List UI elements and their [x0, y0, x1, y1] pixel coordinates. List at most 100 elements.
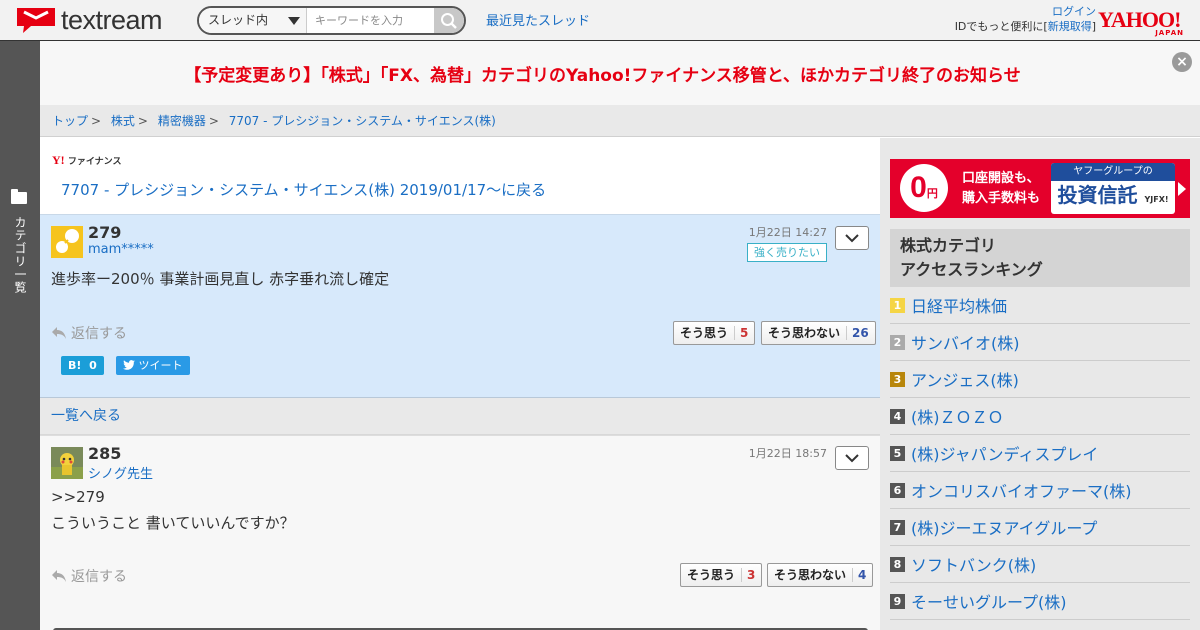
ranking-item[interactable]: 3 アンジェス(株)	[890, 361, 1190, 398]
post-menu-button[interactable]	[835, 446, 869, 470]
reply-label: 返信する	[71, 569, 127, 585]
hatena-count: 0	[89, 359, 97, 372]
caret-down-icon	[288, 17, 300, 25]
ranking-item-link[interactable]: (株)ジャパンディスプレイ	[911, 441, 1098, 465]
back-to-board-link[interactable]: 7707 - プレシジョン・システム・サイエンス(株) 2019/01/17〜に…	[61, 179, 546, 200]
search-button[interactable]	[434, 8, 464, 33]
tweet-label: ツイート	[138, 359, 183, 372]
ranking-item-link[interactable]: 日経平均株価	[911, 293, 1007, 317]
notice-link[interactable]: 【予定変更あり】「株式」「FX、為替」カテゴリのYahoo!ファイナンス移管と、…	[40, 61, 1165, 86]
avatar[interactable]	[51, 226, 83, 258]
search-scope-select[interactable]: スレッド内	[199, 8, 307, 33]
disagree-button[interactable]: そう思わない 26	[761, 321, 876, 345]
ranking-item[interactable]: 2 サンバイオ(株)	[890, 324, 1190, 361]
yahoo-finance-logo[interactable]: Y! ファイナンス	[52, 153, 121, 168]
textream-logo[interactable]: textream	[15, 4, 163, 35]
post-285: 285 シノグ先生 1月22日 18:57 >>279 こういうこと 書いていい…	[40, 435, 880, 630]
avatar[interactable]	[51, 447, 83, 479]
ranking-item[interactable]: 1 日経平均株価	[890, 287, 1190, 324]
disagree-label: そう思わない	[774, 568, 847, 582]
post-number[interactable]: 279	[88, 223, 121, 242]
ranking-item[interactable]: 7 (株)ジーエヌアイグループ	[890, 509, 1190, 546]
reply-icon	[52, 570, 66, 582]
ad-yen: 円	[926, 188, 938, 200]
yahoo-japan-logo[interactable]: YAHOO! JAPAN	[1098, 7, 1188, 38]
ranking-item[interactable]: 4 (株)ＺＯＺＯ	[890, 398, 1190, 435]
ranking-item-link[interactable]: オンコリスバイオファーマ(株)	[911, 478, 1132, 502]
post-user[interactable]: mam*****	[88, 242, 154, 257]
breadcrumb-top[interactable]: トップ	[52, 114, 88, 128]
speech-bubble-icon	[15, 6, 57, 34]
ranking-item-link[interactable]: そーせいグループ(株)	[911, 589, 1067, 613]
disagree-label: そう思わない	[768, 326, 841, 340]
ad-banner[interactable]: 0円 口座開設も、 購入手数料も ヤフーグループの 投資信託 YJFX!	[890, 159, 1190, 218]
ad-copy: 口座開設も、 購入手数料も	[962, 169, 1040, 209]
tweet-button[interactable]: ツイート	[116, 356, 190, 375]
search-input[interactable]	[307, 8, 434, 33]
search-form: スレッド内	[197, 6, 466, 35]
breadcrumb-precision-instruments[interactable]: 精密機器	[158, 114, 206, 128]
ranking-item-link[interactable]: (株)ジーエヌアイグループ	[911, 515, 1097, 539]
yahoo-logo-text: YAHOO!	[1098, 7, 1181, 32]
ad-zero-number: 0	[910, 171, 927, 204]
reply-button[interactable]: 返信する	[51, 566, 127, 586]
post-user[interactable]: シノグ先生	[88, 463, 153, 482]
breadcrumb-stocks[interactable]: 株式	[111, 114, 135, 128]
disagree-count: 26	[846, 326, 869, 340]
rank-number-badge: 4	[890, 408, 905, 424]
rank-number-badge: 5	[890, 445, 905, 461]
ranking-title-line1: 株式カテゴリ	[900, 236, 997, 255]
breadcrumb-separator: >	[208, 114, 219, 128]
reply-icon	[52, 327, 66, 339]
agree-button[interactable]: そう思う 3	[680, 563, 763, 587]
register-bracket: ]	[1091, 20, 1096, 33]
post-menu-button[interactable]	[835, 226, 869, 250]
ranking-item-link[interactable]: (株)ＺＯＺＯ	[911, 404, 1004, 428]
rank-number-badge: 9	[890, 593, 905, 609]
sentiment-badge: 強く売りたい	[747, 243, 827, 262]
breadcrumb: トップ > 株式 > 精密機器 > 7707 - プレシジョン・システム・サイエンス(…	[40, 105, 1200, 137]
logo-text: textream	[61, 4, 163, 35]
rank-number-badge: 6	[890, 482, 905, 498]
agree-label: そう思う	[680, 326, 729, 340]
reply-button[interactable]: 返信する	[51, 323, 127, 343]
ranking-item[interactable]: 6 オンコリスバイオファーマ(株)	[890, 472, 1190, 509]
ranking-item-link[interactable]: ソフトバンク(株)	[911, 552, 1036, 576]
agree-count: 5	[734, 326, 749, 340]
login-link[interactable]: ログイン	[1052, 5, 1096, 18]
ranking-item[interactable]: 5 (株)ジャパンディスプレイ	[890, 435, 1190, 472]
main-column: Y! ファイナンス 7707 - プレシジョン・システム・サイエンス(株) 20…	[40, 138, 880, 630]
yahoo-japan-text: JAPAN	[1155, 29, 1184, 37]
login-area: ログイン IDでもっと便利に[新規取得]	[936, 4, 1096, 34]
back-to-list-link[interactable]: 一覧へ戻る	[40, 398, 880, 435]
breadcrumb-board[interactable]: 7707 - プレシジョン・システム・サイエンス(株)	[229, 114, 496, 128]
ad-copy-line2: 購入手数料も	[962, 191, 1041, 206]
post-body-line: こういうこと 書いていいんですか？	[51, 514, 295, 532]
category-list-label: カテゴリ一覧	[13, 216, 27, 294]
ad-product-box: ヤフーグループの 投資信託 YJFX!	[1051, 163, 1175, 214]
ranking-item-link[interactable]: サンバイオ(株)	[911, 330, 1020, 354]
ranking-title-line2: アクセスランキング	[900, 260, 1043, 279]
post-number[interactable]: 285	[88, 444, 121, 463]
disagree-count: 4	[852, 568, 867, 582]
register-link[interactable]: 新規取得	[1048, 20, 1092, 33]
recent-threads-link[interactable]: 最近見たスレッド	[486, 10, 590, 29]
agree-count: 3	[741, 568, 756, 582]
ad-copy-line1: 口座開設も、	[962, 171, 1040, 186]
twitter-icon	[123, 360, 135, 370]
category-sidebar[interactable]: カテゴリ一覧	[0, 41, 40, 630]
ad-box-main-text: 投資信託	[1057, 183, 1138, 207]
disagree-button[interactable]: そう思わない 4	[767, 563, 874, 587]
ranking-item[interactable]: 9 そーせいグループ(株)	[890, 583, 1190, 620]
agree-label: そう思う	[687, 568, 736, 582]
ranking-item[interactable]: 8 ソフトバンク(株)	[890, 546, 1190, 583]
hatena-bookmark-button[interactable]: B! 0	[61, 356, 104, 375]
right-column: 0円 口座開設も、 購入手数料も ヤフーグループの 投資信託 YJFX! 株式カ…	[880, 138, 1200, 630]
close-icon[interactable]: ×	[1172, 52, 1192, 72]
breadcrumb-separator: >	[137, 114, 148, 128]
ranking-item-link[interactable]: アンジェス(株)	[911, 367, 1019, 391]
agree-button[interactable]: そう思う 5	[673, 321, 756, 345]
yahoo-finance-y: Y!	[52, 153, 65, 167]
arrow-right-icon	[1178, 182, 1186, 196]
hatena-label: B!	[68, 359, 82, 372]
